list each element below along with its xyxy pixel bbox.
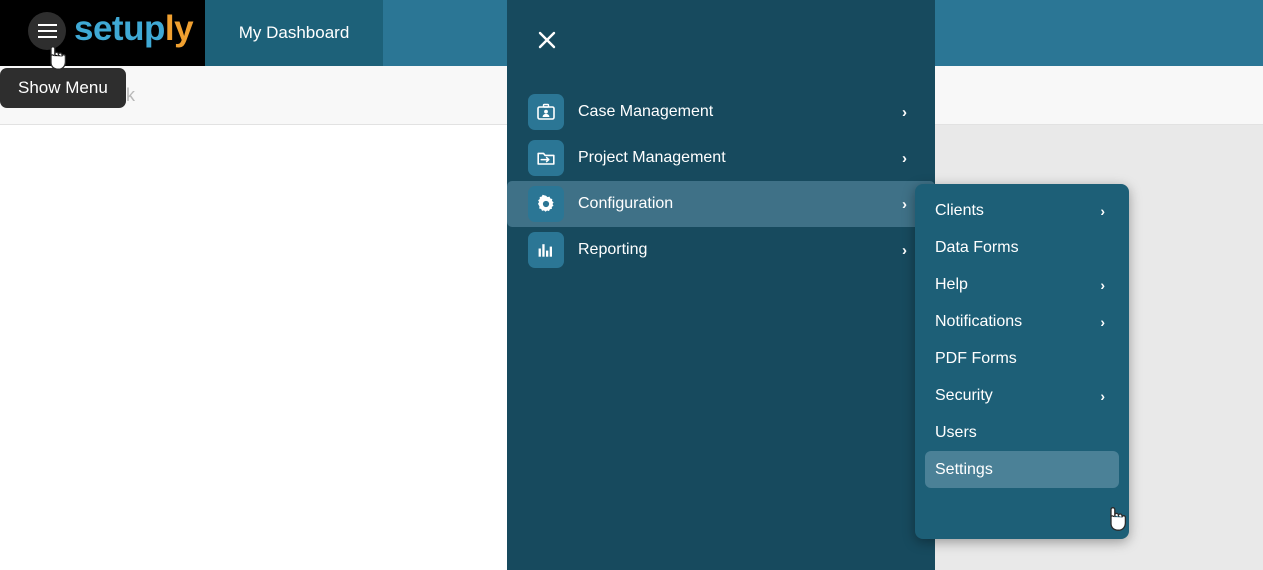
chevron-right-icon: › [1100, 377, 1105, 414]
menu-item-configuration-label: Configuration [578, 181, 673, 227]
submenu-item-data-forms-label: Data Forms [935, 239, 1019, 257]
submenu-item-notifications[interactable]: Notifications › [925, 303, 1119, 340]
submenu-item-pdf-forms-label: PDF Forms [935, 350, 1017, 368]
menu-item-reporting-label: Reporting [578, 227, 647, 273]
submenu-item-users[interactable]: Users [925, 414, 1119, 451]
submenu-item-security-label: Security [935, 387, 993, 405]
menu-item-case-management[interactable]: Case Management › [507, 89, 935, 135]
hamburger-line [38, 36, 57, 38]
submenu-item-settings-label: Settings [935, 461, 993, 479]
close-icon[interactable] [529, 22, 565, 58]
submenu-item-data-forms[interactable]: Data Forms [925, 229, 1119, 266]
menu-item-configuration[interactable]: Configuration › [507, 181, 935, 227]
chevron-right-icon: › [902, 89, 907, 135]
submenu-item-settings[interactable]: Settings [925, 451, 1119, 488]
submenu-item-help[interactable]: Help › [925, 266, 1119, 303]
gear-icon [528, 186, 564, 222]
menu-item-project-management-label: Project Management [578, 135, 726, 181]
case-badge-icon [528, 94, 564, 130]
chevron-right-icon: › [1100, 192, 1105, 229]
submenu-item-clients[interactable]: Clients › [925, 192, 1119, 229]
submenu-item-clients-label: Clients [935, 202, 984, 220]
submenu-item-users-label: Users [935, 424, 977, 442]
chevron-right-icon: › [902, 181, 907, 227]
submenu-item-notifications-label: Notifications [935, 313, 1022, 331]
hamburger-menu-icon[interactable] [28, 12, 66, 50]
configuration-submenu: Clients › Data Forms Help › Notification… [915, 184, 1129, 539]
menu-item-project-management[interactable]: Project Management › [507, 135, 935, 181]
show-menu-tooltip: Show Menu [0, 68, 126, 108]
submenu-item-pdf-forms[interactable]: PDF Forms [925, 340, 1119, 377]
tab-my-dashboard[interactable]: My Dashboard [205, 0, 383, 66]
chevron-right-icon: › [902, 227, 907, 273]
app-root: My Dashboard Back Open Projects By Statu… [0, 0, 1263, 570]
brand-wordmark-accent: ly [165, 9, 193, 48]
chevron-right-icon: › [1100, 266, 1105, 303]
main-menu-list: Case Management › Project Management › [507, 89, 935, 273]
brand-logo-block: setuply [0, 0, 205, 66]
menu-item-case-management-label: Case Management [578, 89, 713, 135]
chevron-right-icon: › [1100, 303, 1105, 340]
brand-wordmark-primary: setup [74, 9, 165, 48]
main-menu-panel: Case Management › Project Management › [507, 0, 935, 570]
hamburger-line [38, 30, 57, 32]
brand-wordmark[interactable]: setuply [74, 9, 193, 49]
bar-chart-icon [528, 232, 564, 268]
chevron-right-icon: › [902, 135, 907, 181]
menu-item-reporting[interactable]: Reporting › [507, 227, 935, 273]
submenu-item-help-label: Help [935, 276, 968, 294]
project-folder-icon [528, 140, 564, 176]
tab-my-dashboard-label: My Dashboard [239, 23, 350, 43]
submenu-item-security[interactable]: Security › [925, 377, 1119, 414]
hamburger-line [38, 24, 57, 26]
